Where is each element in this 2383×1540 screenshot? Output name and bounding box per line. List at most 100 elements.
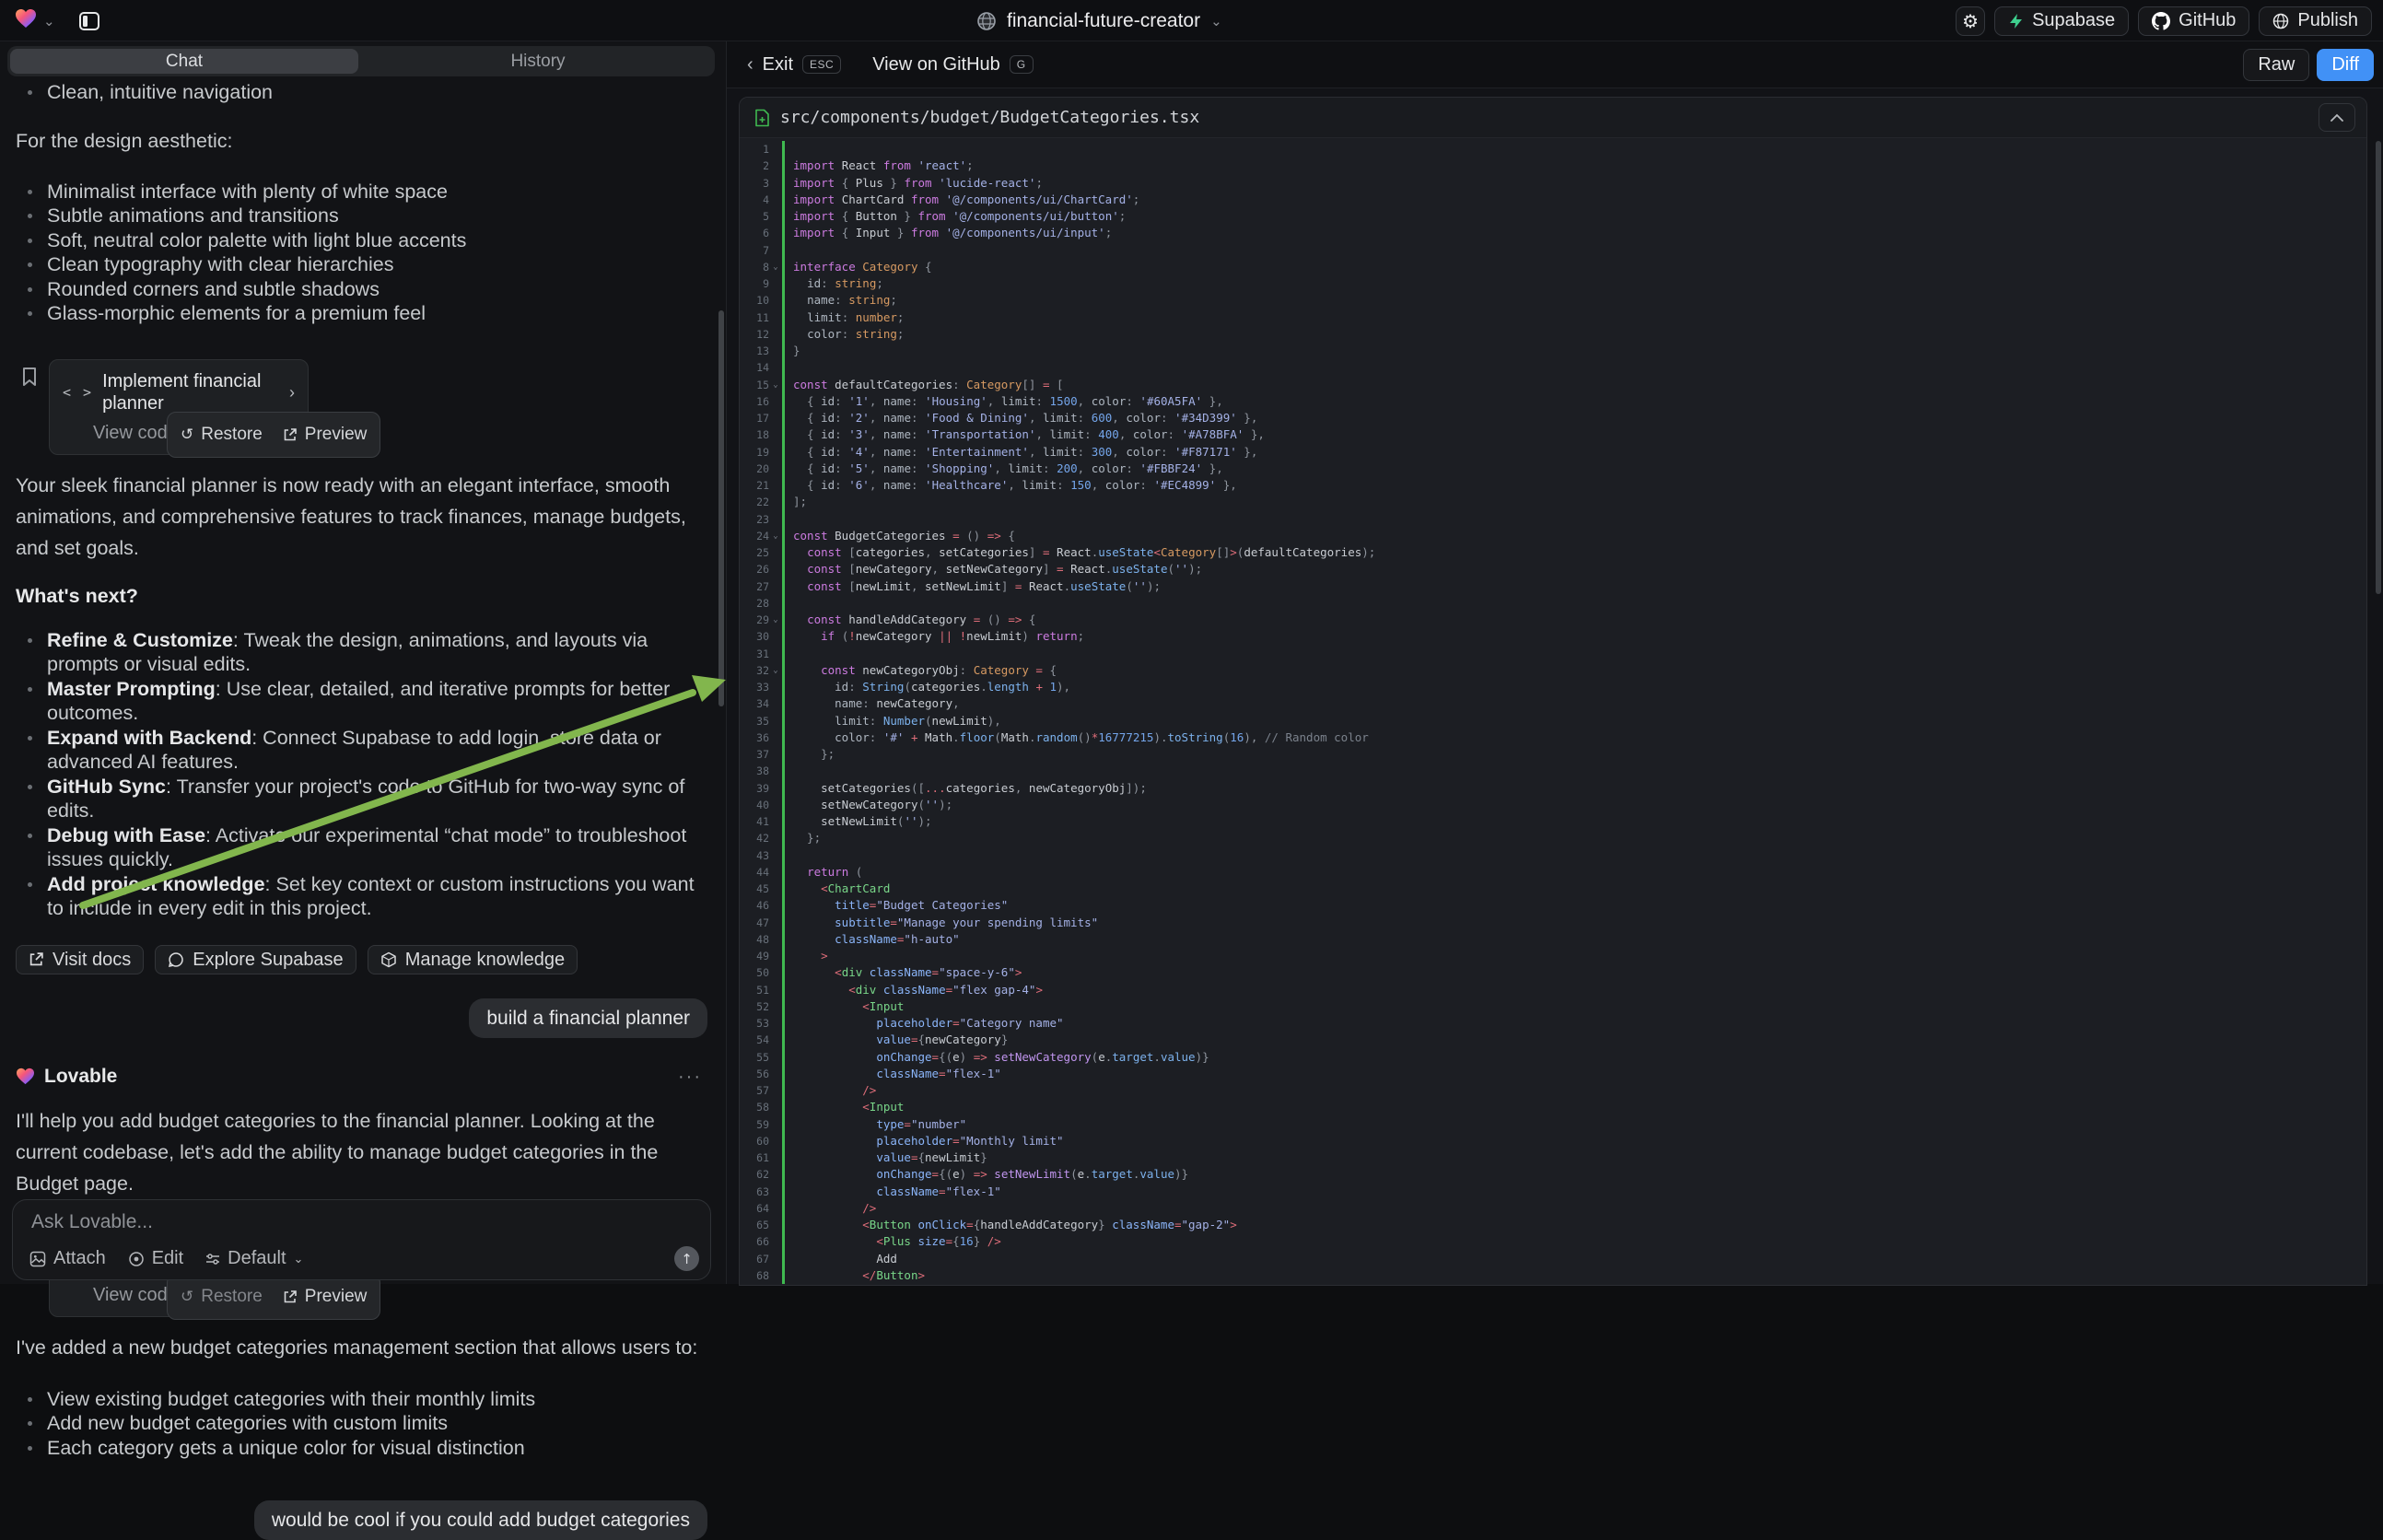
project-switcher[interactable]: financial-future-creator ⌄	[976, 0, 1222, 41]
settings-button[interactable]: ⚙	[1956, 6, 1985, 36]
user-message-row: would be cool if you could add budget ca…	[16, 1500, 707, 1540]
intro-bullets: Clean, intuitive navigation	[16, 80, 707, 105]
raw-toggle-button[interactable]: Raw	[2243, 49, 2309, 81]
project-name: financial-future-creator	[1007, 10, 1200, 32]
code-line: 49 >	[740, 948, 2366, 964]
publish-button[interactable]: Publish	[2259, 6, 2372, 36]
send-button[interactable]: ↑	[674, 1246, 699, 1271]
fold-chevron-icon[interactable]: ⌄	[769, 528, 782, 544]
g-keycap: G	[1010, 55, 1034, 74]
restore-button[interactable]: ↺ Restore	[181, 1281, 263, 1312]
chat-panel: Chat History Clean, intuitive navigation…	[0, 41, 726, 1284]
code-line: 41 setNewLimit('');	[740, 813, 2366, 830]
workspace-chevron-down-icon[interactable]: ⌄	[43, 13, 55, 29]
code-brackets-icon: < >	[63, 377, 93, 408]
code-line: 5import { Button } from '@/components/ui…	[740, 208, 2366, 225]
bullet-item: GitHub Sync: Transfer your project's cod…	[16, 775, 699, 823]
manage-knowledge-button[interactable]: Manage knowledge	[368, 945, 578, 974]
bullet-item: Soft, neutral color palette with light b…	[16, 228, 707, 253]
view-on-github-link[interactable]: View on GitHub	[872, 54, 1000, 76]
bookmark-icon[interactable]	[21, 365, 38, 396]
code-line: 47 subtitle="Manage your spending limits…	[740, 915, 2366, 931]
lovable-heart-icon	[16, 1068, 35, 1085]
ready-text: Your sleek financial planner is now read…	[16, 470, 697, 564]
version-actions-popup: ↺ Restore Preview	[167, 412, 380, 458]
chat-history-tabs: Chat History	[7, 46, 715, 76]
bullet-item: Refine & Customize: Tweak the design, an…	[16, 628, 699, 677]
code-line: 1	[740, 141, 2366, 158]
external-link-icon	[29, 951, 44, 967]
code-line: 42 };	[740, 830, 2366, 846]
bullet-item: Expand with Backend: Connect Supabase to…	[16, 726, 699, 775]
message-menu-button[interactable]: ···	[678, 1061, 702, 1092]
chat-input[interactable]	[31, 1211, 692, 1242]
code-line: 33 id: String(categories.length + 1),	[740, 679, 2366, 695]
chevron-left-icon[interactable]: ‹	[747, 54, 753, 76]
restore-button[interactable]: ↺ Restore	[181, 419, 263, 450]
code-panel: ‹ Exit ESC View on GitHub G Raw Diff src…	[726, 41, 2383, 1284]
assistant-header: Lovable ···	[16, 1061, 707, 1092]
external-link-icon	[283, 1289, 298, 1304]
code-line: 55 onChange={(e) => setNewCategory(e.tar…	[740, 1049, 2366, 1066]
code-line: 6import { Input } from '@/components/ui/…	[740, 225, 2366, 241]
code-line: 50 <div className="space-y-6">	[740, 964, 2366, 981]
github-button[interactable]: GitHub	[2138, 6, 2249, 36]
chat-scrollbar[interactable]	[718, 310, 724, 706]
code-line: 2import React from 'react';	[740, 158, 2366, 174]
bullet-item: Add project knowledge: Set key context o…	[16, 872, 699, 921]
sidebar-toggle-button[interactable]	[75, 6, 104, 36]
diff-toggle-button[interactable]: Diff	[2317, 49, 2374, 81]
supabase-button[interactable]: Supabase	[1994, 6, 2129, 36]
code-line: 53 placeholder="Category name"	[740, 1015, 2366, 1032]
code-line: 36 color: '#' + Math.floor(Math.random()…	[740, 729, 2366, 746]
code-line: 23	[740, 511, 2366, 528]
mode-select[interactable]: Default ⌄	[205, 1248, 303, 1269]
file-path: src/components/budget/BudgetCategories.t…	[780, 108, 1199, 127]
chevron-right-icon: ›	[289, 377, 295, 408]
action-buttons-row: Visit docs Explore Supabase Manage knowl…	[16, 945, 707, 974]
fold-chevron-icon[interactable]: ⌄	[769, 377, 782, 393]
code-line: 19 { id: '4', name: 'Entertainment', lim…	[740, 444, 2366, 461]
collapse-file-button[interactable]	[2319, 103, 2355, 132]
code-line: 15⌄const defaultCategories: Category[] =…	[740, 377, 2366, 393]
chat-bubble-icon	[168, 951, 184, 968]
user-message-bubble: would be cool if you could add budget ca…	[254, 1500, 707, 1540]
fold-chevron-icon[interactable]: ⌄	[769, 612, 782, 628]
code-line: 17 { id: '2', name: 'Food & Dining', lim…	[740, 410, 2366, 426]
edit-button[interactable]: Edit	[128, 1248, 183, 1269]
version-actions-popup: ↺ Restore Preview	[167, 1274, 380, 1320]
code-line: 57 />	[740, 1082, 2366, 1099]
code-line: 26 const [newCategory, setNewCategory] =…	[740, 561, 2366, 578]
design-bullets: Minimalist interface with plenty of whit…	[16, 180, 707, 326]
sidebar-icon	[79, 12, 99, 30]
tab-history[interactable]: History	[361, 46, 715, 76]
code-line: 25 const [categories, setCategories] = R…	[740, 544, 2366, 561]
exit-button[interactable]: Exit	[763, 54, 793, 76]
code-line: 65 <Button onClick={handleAddCategory} c…	[740, 1217, 2366, 1233]
file-header[interactable]: src/components/budget/BudgetCategories.t…	[740, 98, 2366, 138]
code-area[interactable]: 12import React from 'react';3import { Pl…	[740, 138, 2366, 1285]
code-line: 45 <ChartCard	[740, 881, 2366, 897]
help-text: I'll help you add budget categories to t…	[16, 1105, 699, 1199]
bullet-item: Clean, intuitive navigation	[16, 80, 707, 105]
code-line: 51 <div className="flex gap-4">	[740, 982, 2366, 998]
code-scrollbar[interactable]	[2376, 141, 2381, 594]
code-line: 56 className="flex-1"	[740, 1066, 2366, 1082]
preview-button[interactable]: Preview	[283, 1281, 368, 1312]
explore-supabase-button[interactable]: Explore Supabase	[155, 945, 356, 974]
visit-docs-button[interactable]: Visit docs	[16, 945, 144, 974]
lovable-logo-icon[interactable]	[15, 8, 37, 33]
design-heading: For the design aesthetic:	[16, 129, 707, 153]
code-line: 64 />	[740, 1200, 2366, 1217]
external-link-icon	[283, 427, 298, 442]
code-line: 63 className="flex-1"	[740, 1184, 2366, 1200]
code-line: 20 { id: '5', name: 'Shopping', limit: 2…	[740, 461, 2366, 477]
version-card-title: Implement financial planner	[102, 370, 280, 414]
bullet-item: Add new budget categories with custom li…	[16, 1411, 707, 1436]
fold-chevron-icon[interactable]: ⌄	[769, 662, 782, 679]
attach-button[interactable]: Attach	[29, 1248, 106, 1269]
tab-chat[interactable]: Chat	[7, 46, 361, 76]
fold-chevron-icon[interactable]: ⌄	[769, 259, 782, 275]
preview-button[interactable]: Preview	[283, 419, 368, 450]
supabase-icon	[2008, 13, 2024, 29]
